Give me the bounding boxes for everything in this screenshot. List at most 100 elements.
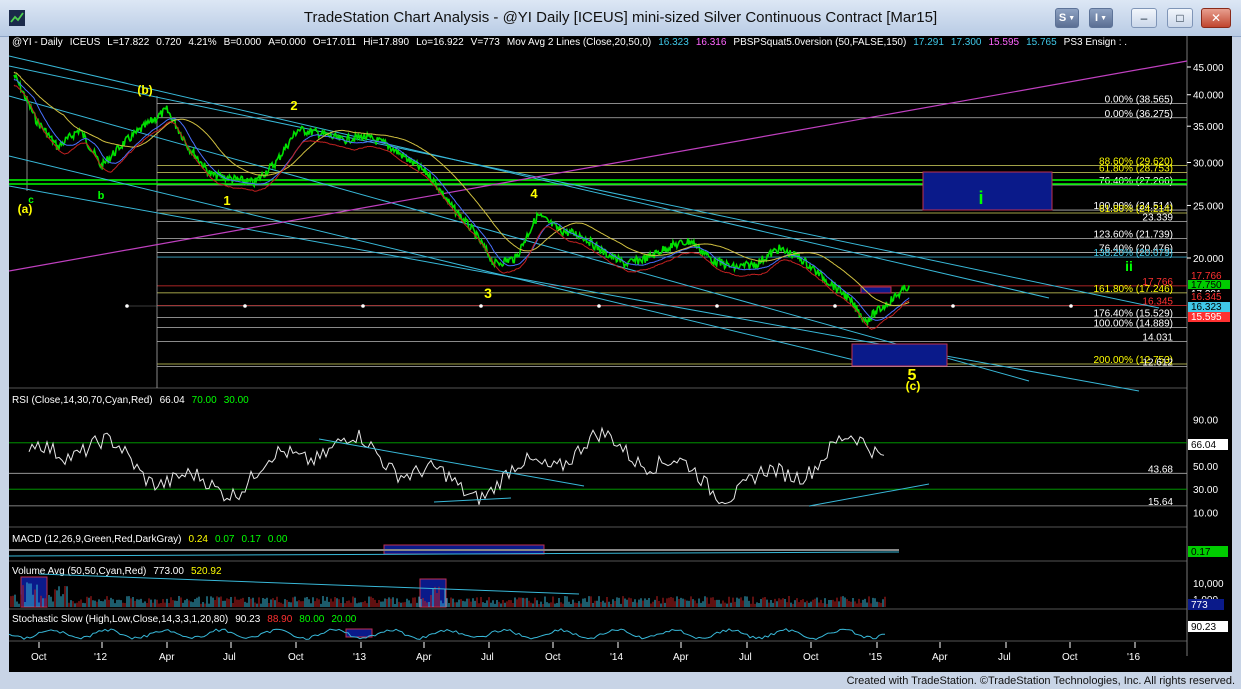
fib-level-label: 76.40% (27.266) — [1099, 176, 1173, 187]
elliott-wave-label: (b) — [137, 83, 152, 97]
macd-header-text: MACD (12,26,9,Green,Red,DarkGray) — [12, 534, 182, 545]
marker-dot — [597, 304, 601, 308]
price-header-text: 16.316 — [696, 37, 727, 48]
marker-dot — [1069, 304, 1073, 308]
stochastic-line — [8, 628, 885, 640]
price-header-text: 4.21% — [188, 37, 216, 48]
macd-tag-label: 0.17 — [1191, 547, 1211, 558]
fib-level-label: 161.80% (17.246) — [1093, 284, 1173, 295]
minimize-icon: – — [1140, 11, 1148, 25]
chart-area[interactable]: @YI - Daily ICEUS L=17.822 0.720 4.21% B=0.00… — [8, 36, 1232, 672]
interval-link-button[interactable]: I ▼ — [1089, 8, 1113, 28]
rsi-trend-line — [808, 483, 930, 507]
fib-level-label: 61.80% (28.753) — [1099, 163, 1173, 174]
date-axis-label: Oct — [1062, 652, 1078, 663]
elliott-wave-label: b — [98, 190, 105, 202]
date-axis-label: '13 — [353, 652, 366, 663]
elliott-wave-label: i — [978, 188, 983, 208]
volume-trend-line — [38, 573, 580, 595]
macd-header-text: 0.00 — [268, 534, 288, 545]
fib-level-label: 23.339 — [1142, 213, 1173, 224]
price-header-text: A=0.000 — [268, 37, 306, 48]
marker-dot — [715, 304, 719, 308]
rsi-header-text: 66.04 — [160, 395, 185, 406]
close-button[interactable]: ✕ — [1201, 8, 1231, 28]
macd-header-text: 0.17 — [241, 534, 261, 545]
fib-level-label: 138.20% (20.079) — [1093, 248, 1173, 259]
price-header-text: 0.720 — [156, 37, 181, 48]
date-axis-label: Oct — [288, 652, 304, 663]
copyright-footer: Created with TradeStation. ©TradeStation… — [846, 675, 1235, 687]
fib-level-label: 123.60% (21.739) — [1093, 229, 1173, 240]
moving-average-fast — [13, 78, 910, 321]
fib-level-label: 0.00% (38.565) — [1105, 94, 1173, 105]
volume-header-text: 520.92 — [191, 566, 222, 577]
maximize-button[interactable]: □ — [1167, 8, 1193, 28]
rsi-axis-label: 30.00 — [1193, 485, 1218, 496]
date-axis-label: '15 — [869, 652, 882, 663]
elliott-wave-label: (c) — [906, 379, 921, 393]
chart-svg[interactable]: @YI - Daily ICEUS L=17.822 0.720 4.21% B=0.00… — [8, 36, 1232, 672]
elliott-wave-label: 3 — [484, 285, 492, 301]
price-axis-label: 20.000 — [1193, 254, 1224, 265]
title-bar[interactable]: TradeStation Chart Analysis - @YI Daily … — [0, 0, 1241, 37]
magenta-trend-line — [8, 60, 1188, 272]
volume-axis-label: 10,000 — [1193, 579, 1224, 590]
elliott-wave-label: 2 — [290, 98, 297, 113]
target-box-i — [922, 171, 1053, 211]
dropdown-arrow-icon: ▼ — [1100, 14, 1107, 22]
minimize-button[interactable]: – — [1131, 8, 1157, 28]
price-header-text: O=17.011 — [313, 37, 357, 48]
trend-channel-line — [8, 185, 1140, 392]
date-axis-label: Jul — [739, 652, 752, 663]
price-header-text: B=0.000 — [224, 37, 262, 48]
price-header-text: ICEUS — [70, 37, 101, 48]
rsi-tag-label: 66.04 — [1191, 440, 1216, 451]
elliott-wave-label: 1 — [223, 193, 230, 208]
fib-level-label: 100.00% (14.889) — [1093, 319, 1173, 330]
interval-link-label: I — [1095, 12, 1099, 24]
rsi-trend-line — [433, 497, 512, 503]
rsi-axis-label: 10.00 — [1193, 508, 1218, 519]
date-axis-label: Oct — [803, 652, 819, 663]
price-header-text: Lo=16.922 — [416, 37, 464, 48]
rsi-level-label: 43.68 — [1148, 464, 1173, 475]
rsi-header-text: 70.00 — [192, 395, 217, 406]
date-axis-label: '14 — [610, 652, 623, 663]
price-axis-label: 25.000 — [1193, 201, 1224, 212]
rsi-line — [28, 426, 885, 505]
trend-channel-line — [8, 55, 1050, 299]
date-axis-label: Apr — [416, 652, 432, 663]
price-tag-label: 15.595 — [1191, 312, 1222, 323]
marker-dot — [833, 304, 837, 308]
price-header-text: PS3 Ensign : . — [1064, 37, 1127, 48]
dropdown-arrow-icon: ▼ — [1068, 14, 1076, 22]
rsi-level-label: 15.64 — [1148, 497, 1173, 508]
stochastic-header-text: 90.23 — [235, 614, 260, 625]
date-axis-label: '12 — [94, 652, 107, 663]
price-header-text: Hi=17.890 — [363, 37, 409, 48]
price-header-text: PBSPSquat5.0version (50,FALSE,150) — [733, 37, 906, 48]
fib-level-label: 12.612 — [1142, 358, 1173, 369]
macd-header-text: 0.07 — [215, 534, 235, 545]
rsi-header-text: RSI (Close,14,30,70,Cyan,Red) — [12, 395, 153, 406]
date-axis-label: Apr — [932, 652, 948, 663]
marker-dot — [951, 304, 955, 308]
symbol-link-button[interactable]: S ▼ — [1055, 8, 1079, 28]
price-axis-label: 40.000 — [1193, 91, 1224, 102]
fib-level-label: 14.031 — [1142, 332, 1173, 343]
price-header-text: 15.595 — [988, 37, 1019, 48]
date-axis-label: Oct — [31, 652, 47, 663]
price-header-text: 15.765 — [1026, 37, 1057, 48]
elliott-wave-label: c — [28, 195, 34, 206]
stochastic-header-text: 20.00 — [331, 614, 356, 625]
price-close-line — [13, 72, 910, 327]
date-axis-label: Jul — [481, 652, 494, 663]
date-axis-label: Apr — [673, 652, 689, 663]
fib-level-label: 0.00% (36.275) — [1105, 109, 1173, 120]
rsi-header-text: 30.00 — [224, 395, 249, 406]
price-header-text: 17.291 — [913, 37, 944, 48]
price-header-text: @YI - Daily — [12, 37, 63, 48]
price-header-text: Mov Avg 2 Lines (Close,20,50,0) — [507, 37, 651, 48]
price-axis-label: 30.000 — [1193, 159, 1224, 170]
